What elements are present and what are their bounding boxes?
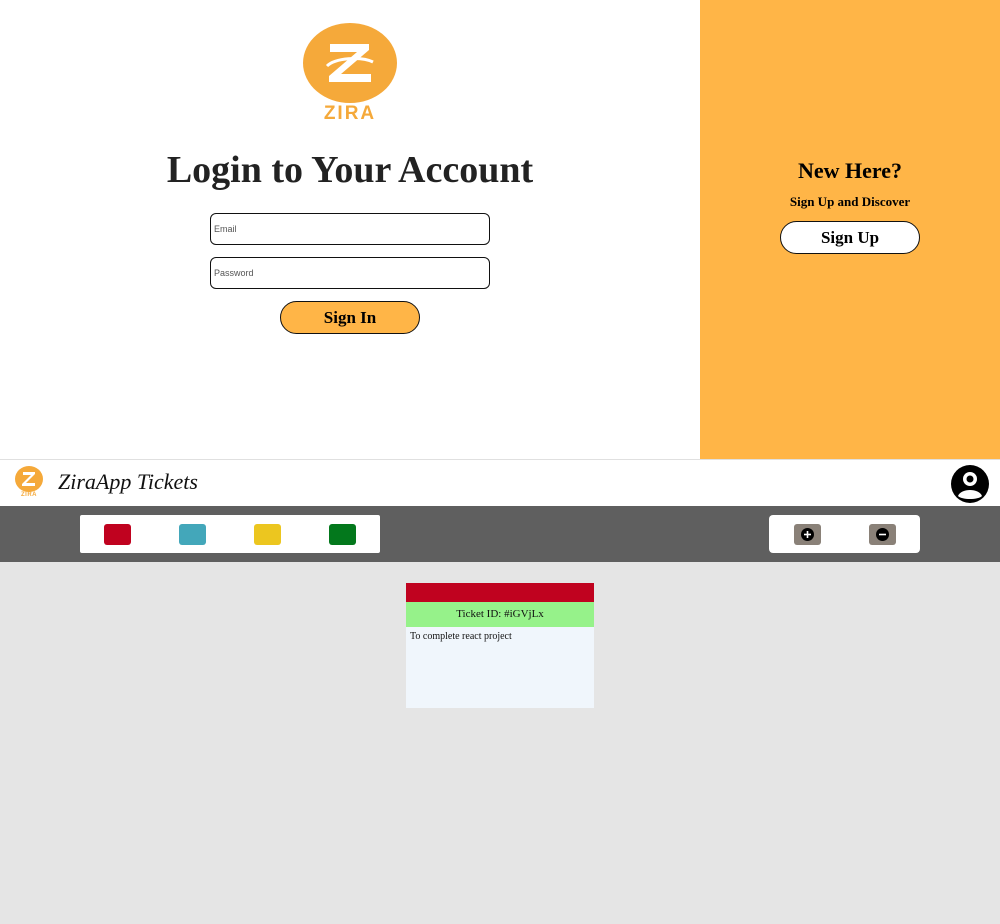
app-logo[interactable]: ZIRA [14, 465, 44, 501]
signup-heading: New Here? [797, 158, 903, 183]
color-filter-yellow[interactable] [254, 524, 281, 545]
login-panel: ZIRA Login to Your Account Sign In [0, 0, 700, 459]
app-header: ZIRA ZiraApp Tickets [0, 459, 1000, 506]
color-filter-green[interactable] [329, 524, 356, 545]
zira-logo-mark-icon [303, 23, 397, 103]
user-avatar-icon[interactable] [951, 465, 989, 503]
login-title: Login to Your Account [166, 149, 534, 191]
signup-subheading: Sign Up and Discover [789, 194, 911, 209]
color-filter-teal[interactable] [179, 524, 206, 545]
login-screen: ZIRA Login to Your Account Sign In New H… [0, 0, 1000, 459]
zira-logo: ZIRA [301, 22, 399, 128]
plus-circle-icon [801, 528, 814, 541]
sign-in-button[interactable]: Sign In [280, 301, 420, 334]
ticket-color-stripe [406, 583, 594, 602]
app-logo-wordmark: ZIRA [21, 492, 37, 498]
color-filter-bar [80, 515, 380, 553]
toolbar [0, 506, 1000, 562]
remove-ticket-button[interactable] [869, 524, 896, 545]
password-field[interactable] [210, 257, 490, 289]
app-title: ZiraApp Tickets [58, 469, 198, 494]
add-ticket-button[interactable] [794, 524, 821, 545]
signup-panel: New Here? Sign Up and Discover Sign Up [700, 0, 1000, 459]
logo-wordmark: ZIRA [323, 103, 377, 124]
color-filter-red[interactable] [104, 524, 131, 545]
ticket-task[interactable]: To complete react project [410, 631, 512, 642]
zira-small-logo-icon [15, 466, 43, 492]
ticket-card[interactable]: Ticket ID: #iGVjLx To complete react pro… [406, 583, 594, 708]
sign-up-button[interactable]: Sign Up [780, 221, 920, 254]
minus-circle-icon [876, 528, 889, 541]
tickets-area: Ticket ID: #iGVjLx To complete react pro… [0, 562, 1000, 924]
email-field[interactable] [210, 213, 490, 245]
ticket-id: Ticket ID: #iGVjLx [406, 602, 594, 627]
action-bar [769, 515, 920, 553]
